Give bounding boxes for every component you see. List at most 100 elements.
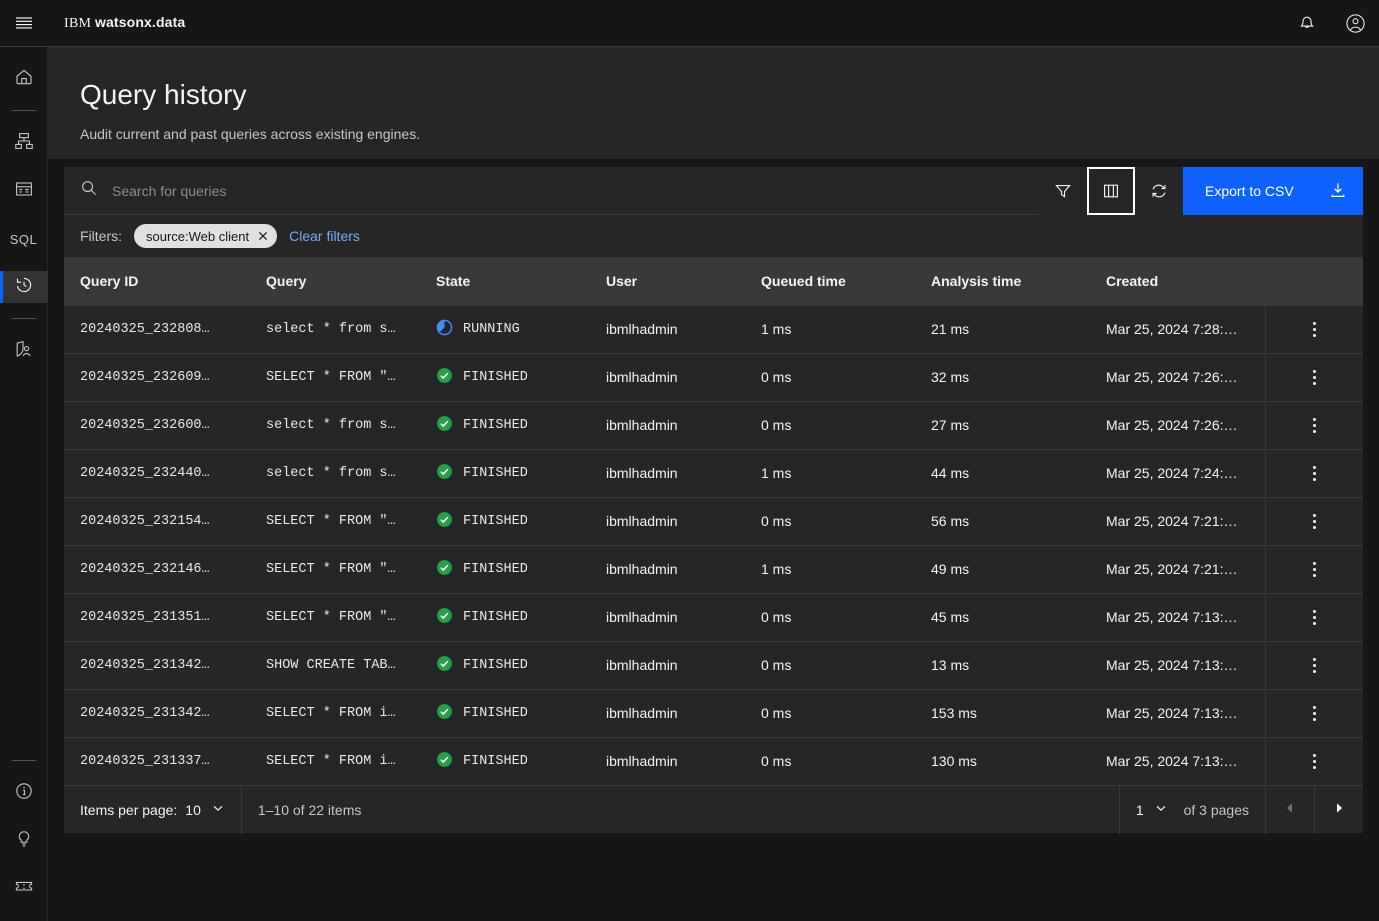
items-range-label: 1–10 of 22 items [257, 801, 362, 818]
overflow-menu-icon[interactable] [1266, 306, 1363, 353]
overflow-menu-icon[interactable] [1266, 450, 1363, 497]
column-settings-icon[interactable] [1087, 167, 1135, 215]
cell-query-id[interactable]: 20240325_232600… [64, 401, 250, 449]
overflow-menu-icon[interactable] [1266, 642, 1363, 689]
export-to-csv-button[interactable]: Export to CSV [1183, 167, 1363, 215]
state-label: FINISHED [463, 705, 528, 721]
overflow-menu-icon[interactable] [1266, 402, 1363, 449]
sidebar-item-information[interactable] [0, 777, 48, 809]
cell-queued-time: 0 ms [761, 705, 792, 721]
access-control-icon [14, 339, 34, 364]
header-actions [1283, 0, 1379, 47]
column-header-analysis-time[interactable]: Analysis time [915, 257, 1090, 305]
table-row[interactable]: 20240325_232440… select * from s… FINISHED… [64, 449, 1363, 497]
column-header-query-id[interactable]: Query ID [64, 257, 250, 305]
column-header-query[interactable]: Query [250, 257, 420, 305]
brand-title[interactable]: IBM watsonx.data [64, 14, 185, 32]
active-filters-row: Filters: source:Web client Clear filters [64, 215, 1363, 257]
sidebar-item-support-ticket[interactable] [0, 873, 48, 905]
cell-query-id[interactable]: 20240325_232146… [64, 545, 250, 593]
refresh-icon[interactable] [1135, 167, 1183, 215]
pagination-right: 1 of 3 pages [1118, 785, 1363, 834]
table-row[interactable]: 20240325_231337… SELECT * FROM i… FINISHED… [64, 737, 1363, 785]
table-row[interactable]: 20240325_232600… select * from s… FINISHED… [64, 401, 1363, 449]
cell-state: FINISHED [420, 353, 590, 401]
cell-queued-time: 0 ms [761, 753, 792, 770]
state-label: FINISHED [463, 369, 528, 385]
ticket-icon [14, 877, 34, 902]
page-number-select[interactable]: 1 [1136, 801, 1168, 818]
overflow-menu-icon[interactable] [1266, 690, 1363, 737]
cell-overflow [1264, 449, 1363, 497]
column-header-queued-time[interactable]: Queued time [745, 257, 915, 305]
info-circle-icon [14, 781, 34, 806]
main-content: Query history Audit current and past que… [48, 47, 1379, 921]
cell-query-id[interactable]: 20240325_231351… [64, 593, 250, 641]
bell-icon[interactable] [1283, 0, 1331, 47]
table-row[interactable]: 20240325_232146… SELECT * FROM "… FINISHED… [64, 545, 1363, 593]
cell-query-id[interactable]: 20240325_231337… [64, 737, 250, 785]
cell-created: Mar 25, 2024 7:26:… [1106, 417, 1238, 433]
filter-tag-label: source:Web client [146, 228, 250, 244]
table-row[interactable]: 20240325_232154… SELECT * FROM "… FINISHED… [64, 497, 1363, 545]
cell-query: select * from s… [266, 417, 396, 433]
overflow-menu-icon[interactable] [1266, 594, 1363, 641]
cell-state: FINISHED [420, 641, 590, 689]
search-input[interactable] [112, 167, 1039, 214]
cell-created: Mar 25, 2024 7:26:… [1106, 369, 1238, 385]
items-per-page-section: Items per page: 10 [64, 786, 241, 834]
sidebar-item-tips[interactable] [0, 825, 48, 857]
table-toolbar: Export to CSV [64, 167, 1363, 215]
column-header-created[interactable]: Created [1090, 257, 1265, 305]
sidebar-item-home[interactable] [0, 63, 48, 95]
hamburger-menu-icon[interactable] [0, 0, 48, 47]
cell-analysis-time: 49 ms [931, 561, 970, 577]
next-page-button[interactable] [1315, 786, 1363, 834]
overflow-menu-icon[interactable] [1266, 354, 1363, 401]
table-row[interactable]: 20240325_231342… SHOW CREATE TAB… FINISHED… [64, 641, 1363, 689]
column-header-user[interactable]: User [590, 257, 745, 305]
query-history-page: IBM watsonx.data SQL Query history Audit… [0, 0, 1379, 921]
cell-query-id[interactable]: 20240325_231342… [64, 689, 250, 737]
close-icon[interactable] [257, 230, 269, 242]
cell-query-id[interactable]: 20240325_232154… [64, 497, 250, 545]
overflow-menu-icon[interactable] [1266, 546, 1363, 593]
cell-state: FINISHED [420, 449, 590, 497]
filter-icon[interactable] [1039, 167, 1087, 215]
cell-user: ibmlhadmin [606, 369, 678, 385]
overflow-menu-icon[interactable] [1266, 498, 1363, 545]
sidebar-item-data-manager[interactable] [0, 175, 48, 207]
sidebar-item-sql[interactable]: SQL [0, 223, 48, 255]
cell-overflow [1264, 593, 1363, 641]
items-per-page-select[interactable]: 10 [185, 801, 225, 818]
cell-query-id[interactable]: 20240325_232440… [64, 449, 250, 497]
clear-filters-link[interactable]: Clear filters [289, 228, 360, 244]
table-row[interactable]: 20240325_231342… SELECT * FROM i… FINISHED… [64, 689, 1363, 737]
data-manager-icon [14, 179, 34, 204]
table-row[interactable]: 20240325_231351… SELECT * FROM "… FINISHED… [64, 593, 1363, 641]
checkmark-filled-icon [436, 703, 453, 723]
filter-tag-source[interactable]: source:Web client [134, 224, 278, 248]
cell-query-id[interactable]: 20240325_231342… [64, 641, 250, 689]
previous-page-button[interactable] [1266, 786, 1314, 834]
cell-query-id[interactable]: 20240325_232808… [64, 305, 250, 353]
running-progress-icon [436, 319, 453, 339]
cell-query: SELECT * FROM "… [266, 513, 396, 529]
table-row[interactable]: 20240325_232609… SELECT * FROM "… FINISHED… [64, 353, 1363, 401]
overflow-menu-icon[interactable] [1266, 738, 1363, 785]
sidebar-item-query-history[interactable] [0, 271, 48, 303]
search-container[interactable] [64, 167, 1039, 214]
sidebar-bottom-group [0, 745, 48, 921]
checkmark-filled-icon [436, 559, 453, 579]
cell-query-id[interactable]: 20240325_232609… [64, 353, 250, 401]
table-row[interactable]: 20240325_232808… select * from s… RUNNING i… [64, 305, 1363, 353]
column-header-state[interactable]: State [420, 257, 590, 305]
sidebar-item-infrastructure[interactable] [0, 127, 48, 159]
cell-created: Mar 25, 2024 7:24:… [1106, 465, 1238, 481]
table-header-row: Query ID Query State User Queued time An… [64, 257, 1363, 305]
infrastructure-icon [14, 131, 34, 156]
state-label: FINISHED [463, 561, 528, 577]
user-avatar-icon[interactable] [1331, 0, 1379, 47]
sidebar-item-access-control[interactable] [0, 335, 48, 367]
state-label: FINISHED [463, 657, 528, 673]
